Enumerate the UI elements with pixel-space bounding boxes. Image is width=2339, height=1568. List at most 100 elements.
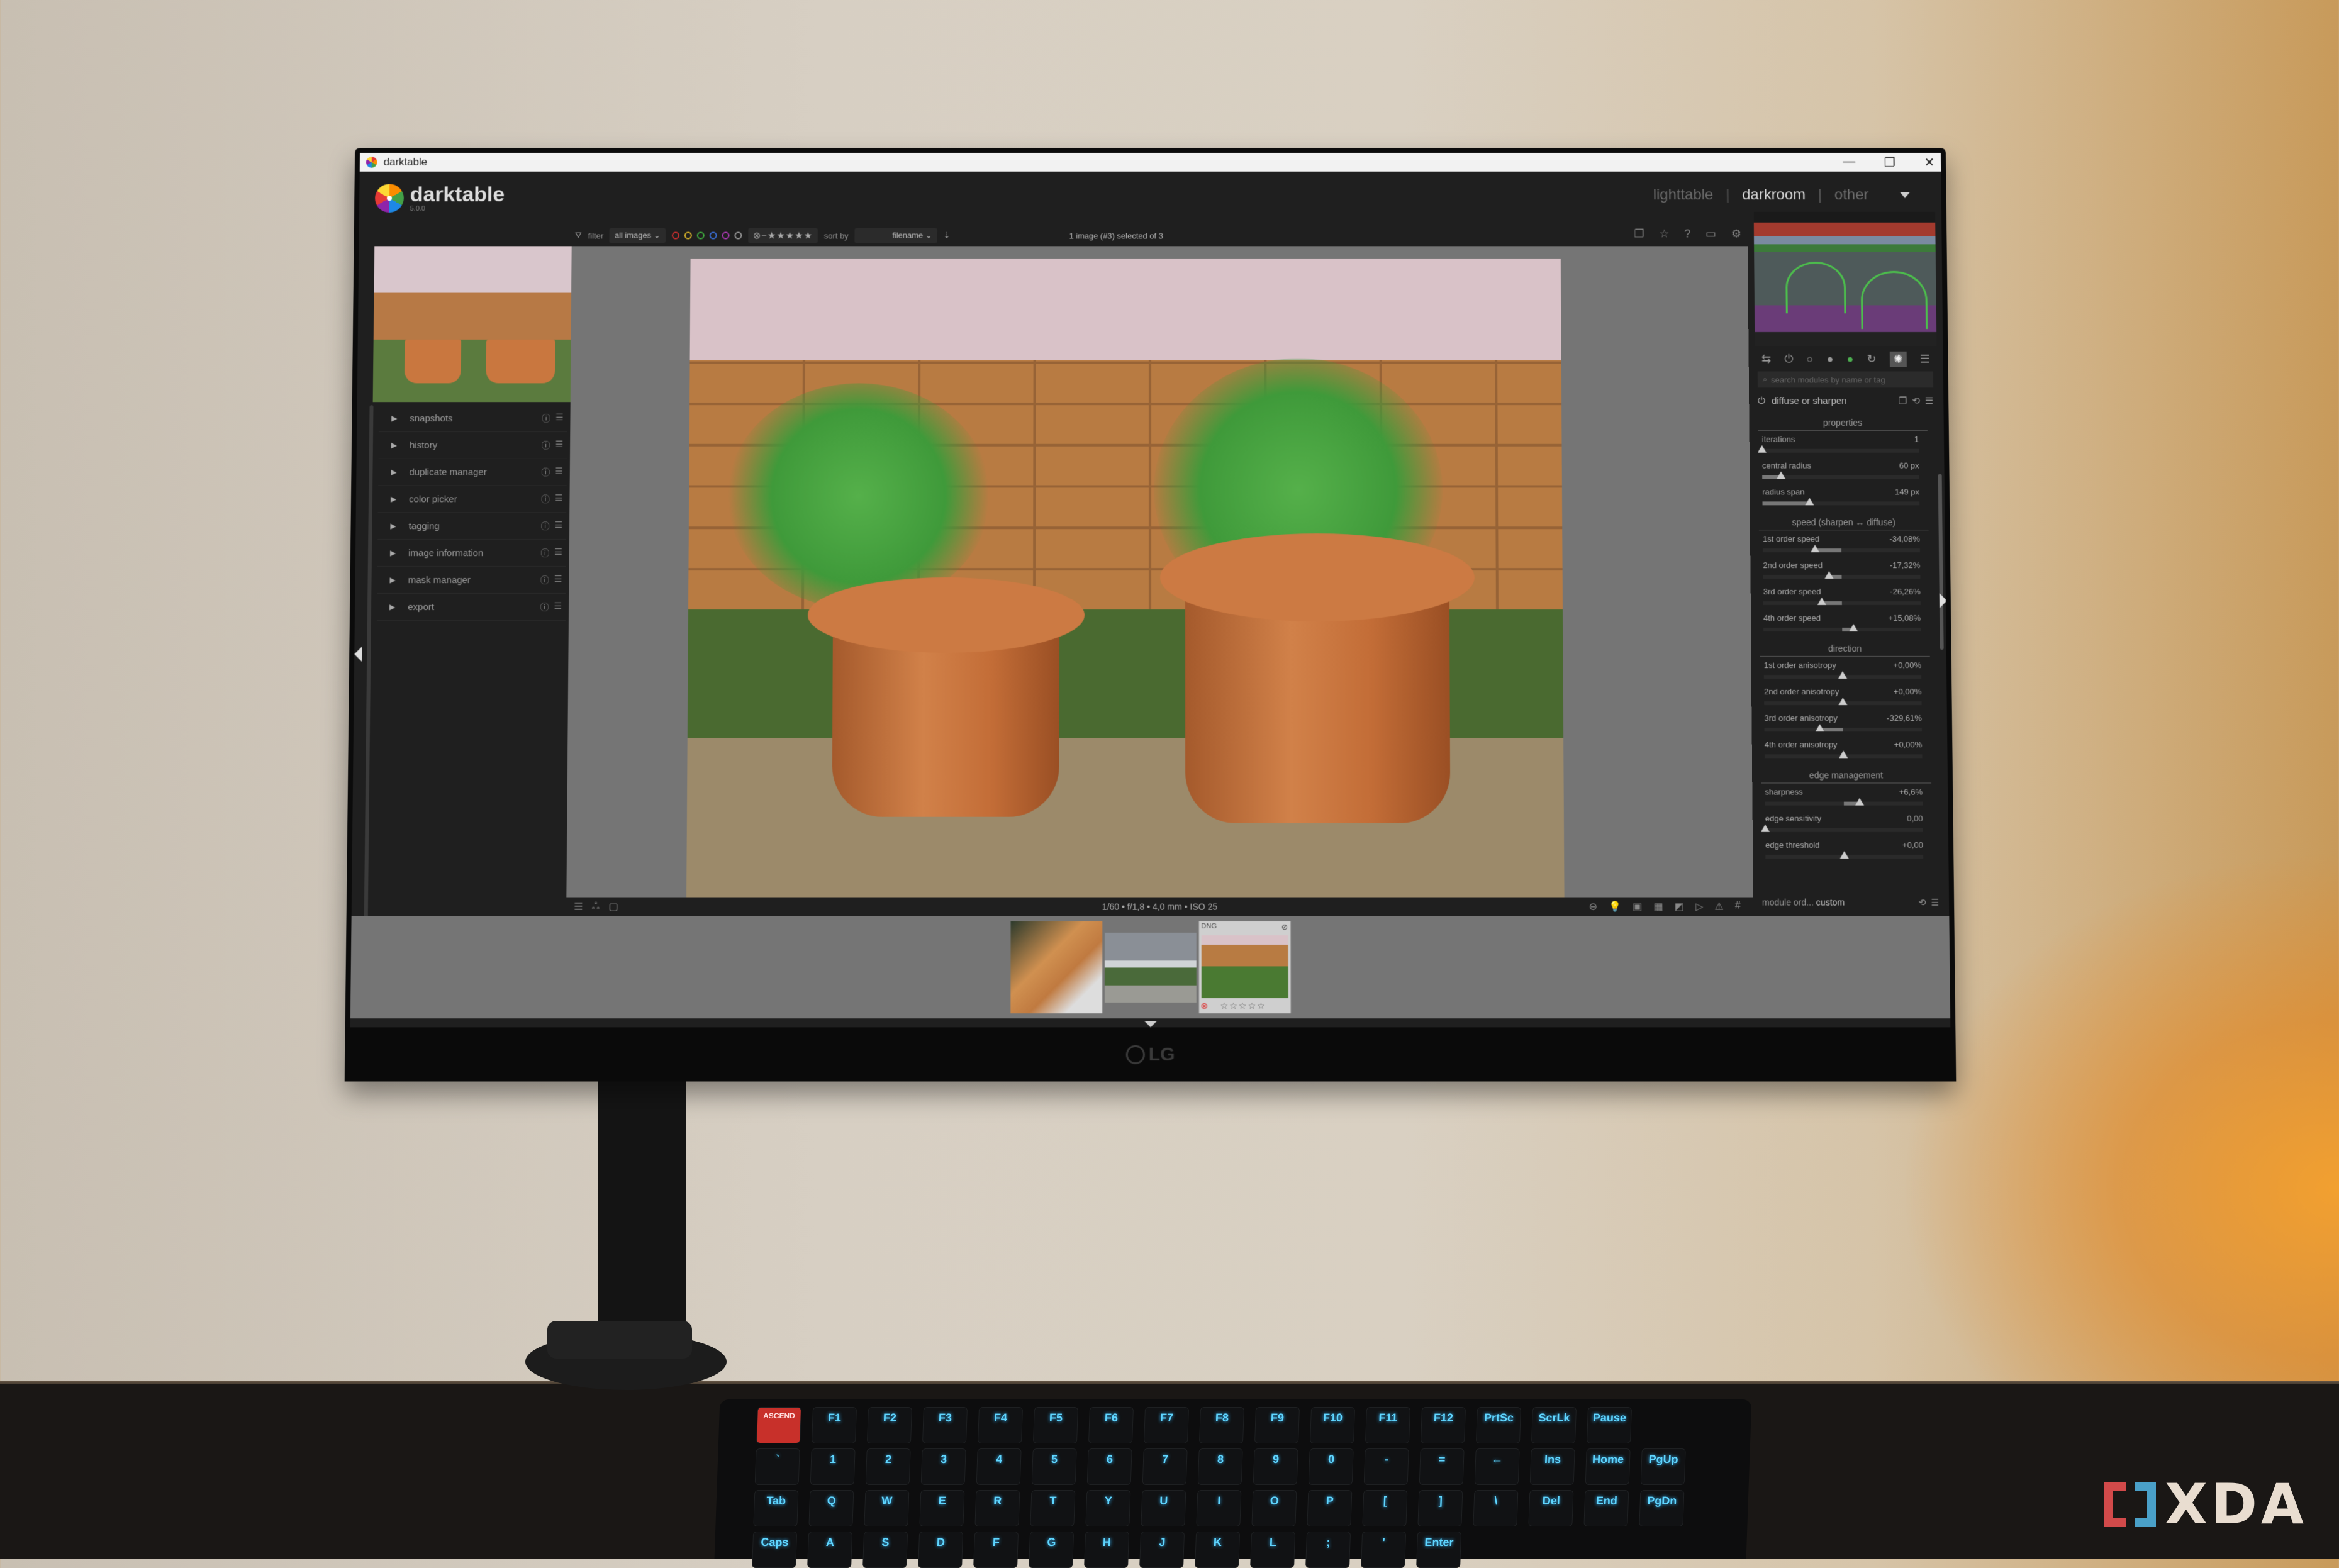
presets-icon[interactable]: ☰ [555,439,564,452]
help-icon[interactable]: ? [1684,228,1690,241]
presets-icon[interactable]: ☰ [554,601,562,613]
sort-order-icon[interactable]: ⇣ [943,231,950,241]
slider-1st-order-anisotropy[interactable]: 1st order anisotropy+0,00% [1760,659,1931,686]
slider-thumb[interactable] [1758,445,1767,453]
slider-track[interactable] [1763,501,1920,505]
minimize-button[interactable]: — [1843,155,1855,170]
multi-instance-icon[interactable]: ❐ [1899,395,1907,406]
color-label-1[interactable] [684,232,691,240]
reject-icon[interactable]: ⊗ [1200,1001,1208,1011]
effect-modules-icon[interactable]: ✺ [1890,351,1907,367]
slider-track[interactable] [1762,449,1919,453]
slider-3rd-order-anisotropy[interactable]: 3rd order anisotropy-329,61% [1760,712,1931,738]
presets-icon[interactable]: ☰ [555,466,563,479]
slider-thumb[interactable] [1849,624,1858,631]
slider-iterations[interactable]: iterations1 [1758,433,1928,460]
focus-peaking-icon[interactable]: ⊖ [1589,901,1598,913]
grouping-icon[interactable]: ❐ [1634,228,1644,241]
module-header[interactable]: ⏻ diffuse or sharpen ❐ ⟲ ☰ [1758,391,1933,410]
filter-icon[interactable]: ⛛ [575,231,582,241]
sort-select[interactable]: filename ⌄ [855,228,937,243]
warning-icon[interactable]: ⚠ [1714,901,1724,913]
slider-track[interactable] [1763,601,1921,605]
slider-track[interactable] [1762,475,1919,479]
correct-modules-icon[interactable]: ↻ [1867,352,1876,365]
module-power-icon[interactable]: ⏻ [1758,396,1765,406]
groups-menu-icon[interactable]: ☰ [1920,352,1930,365]
slider-3rd-order-speed[interactable]: 3rd order speed-26,26% [1760,586,1929,612]
slider-thumb[interactable] [1839,750,1848,758]
slider-track[interactable] [1764,675,1921,679]
guides-icon[interactable]: # [1735,901,1741,913]
slider-thumb[interactable] [1805,498,1814,505]
module-order-reset-icon[interactable]: ⟲ [1919,897,1926,908]
slider-thumb[interactable] [1840,851,1849,859]
slider-4th-order-speed[interactable]: 4th order speed+15,08% [1760,612,1929,638]
view-other[interactable]: other [1834,186,1869,204]
filmstrip-thumb-landscape[interactable] [1105,933,1197,1003]
slider-track[interactable] [1765,855,1923,859]
slider-track[interactable] [1765,802,1923,806]
slider-thumb[interactable] [1811,545,1819,552]
slider-edge-sensitivity[interactable]: edge sensitivity0,00 [1761,813,1932,839]
navigation-thumbnail[interactable] [373,246,581,402]
close-button[interactable]: ✕ [1924,155,1934,170]
clipping-icon[interactable]: ▦ [1653,901,1663,913]
presets-icon[interactable]: ☰ [555,412,564,425]
slider-track[interactable] [1763,628,1921,631]
color-label-4[interactable] [722,232,729,240]
reset-icon[interactable]: ⓘ [540,601,549,613]
reset-icon[interactable]: ⓘ [541,520,550,532]
star-icon[interactable]: ☆ [1659,228,1669,241]
tone-modules-icon[interactable]: ● [1827,352,1834,365]
gamut-check-icon[interactable]: ▷ [1695,901,1704,913]
quick-panel-icon[interactable]: ⇆ [1761,352,1771,365]
slider-track[interactable] [1765,828,1923,832]
module-order-menu-icon[interactable]: ☰ [1931,897,1939,908]
color-label-5[interactable] [734,232,742,240]
slider-sharpness[interactable]: sharpness+6,6% [1761,786,1931,812]
slider-thumb[interactable] [1817,598,1826,605]
presets-icon[interactable]: ☰ [555,492,563,505]
right-panel-scrollbar[interactable] [1938,474,1944,650]
color-label-0[interactable] [671,232,679,240]
right-panel-collapse-icon[interactable] [1940,593,1947,608]
second-window-icon[interactable]: ▢ [608,901,618,913]
color-label-3[interactable] [709,232,717,240]
color-modules-icon[interactable]: ● [1847,352,1854,365]
reset-icon[interactable]: ⓘ [541,492,550,505]
module-image-information[interactable]: ▶image informationⓘ☰ [377,540,566,567]
slider-thumb[interactable] [1824,571,1833,579]
slider-thumb[interactable] [1761,825,1770,832]
gear-icon[interactable]: ⚙ [1731,228,1741,241]
reset-icon[interactable]: ⟲ [1912,395,1920,406]
rating-filter[interactable]: ⊗−★★★★★ [748,228,818,243]
filter-select[interactable]: all images ⌄ [610,228,666,243]
bottom-panel-toggle[interactable] [1144,1021,1156,1027]
softproof-icon[interactable]: ◩ [1675,901,1684,913]
shortcuts-icon[interactable]: ▭ [1705,228,1716,241]
module-duplicate-manager[interactable]: ▶duplicate managerⓘ☰ [378,459,567,486]
slider-2nd-order-anisotropy[interactable]: 2nd order anisotropy+0,00% [1760,686,1931,712]
view-darkroom[interactable]: darkroom [1742,186,1806,204]
slider-thumb[interactable] [1838,698,1847,705]
active-modules-icon[interactable]: ⏻ [1784,352,1793,365]
view-lighttable[interactable]: lighttable [1653,186,1714,204]
left-panel-scrollbar[interactable] [364,405,373,953]
presets-icon[interactable]: ஃ [592,901,600,913]
module-color-picker[interactable]: ▶color pickerⓘ☰ [378,486,567,513]
presets-menu-icon[interactable]: ☰ [1925,395,1934,406]
slider-track[interactable] [1764,701,1921,705]
reset-icon[interactable]: ⓘ [542,439,550,452]
color-assessment-icon[interactable]: 💡 [1609,901,1621,913]
maximize-button[interactable]: ❐ [1884,155,1895,170]
filmstrip-thumb-pots[interactable]: DNG ⊘ ⊗ ☆☆☆☆☆ [1198,921,1290,1013]
color-label-2[interactable] [696,232,704,240]
slider-radius-span[interactable]: radius span149 px [1758,486,1928,512]
slider-1st-order-speed[interactable]: 1st order speed-34,08% [1759,533,1929,559]
slider-thumb[interactable] [1838,671,1847,679]
left-panel-collapse-icon[interactable] [354,647,362,662]
filmstrip-thumb-kitten[interactable] [1010,921,1102,1013]
module-snapshots[interactable]: ▶snapshotsⓘ☰ [379,405,567,432]
main-photo[interactable] [686,259,1565,899]
